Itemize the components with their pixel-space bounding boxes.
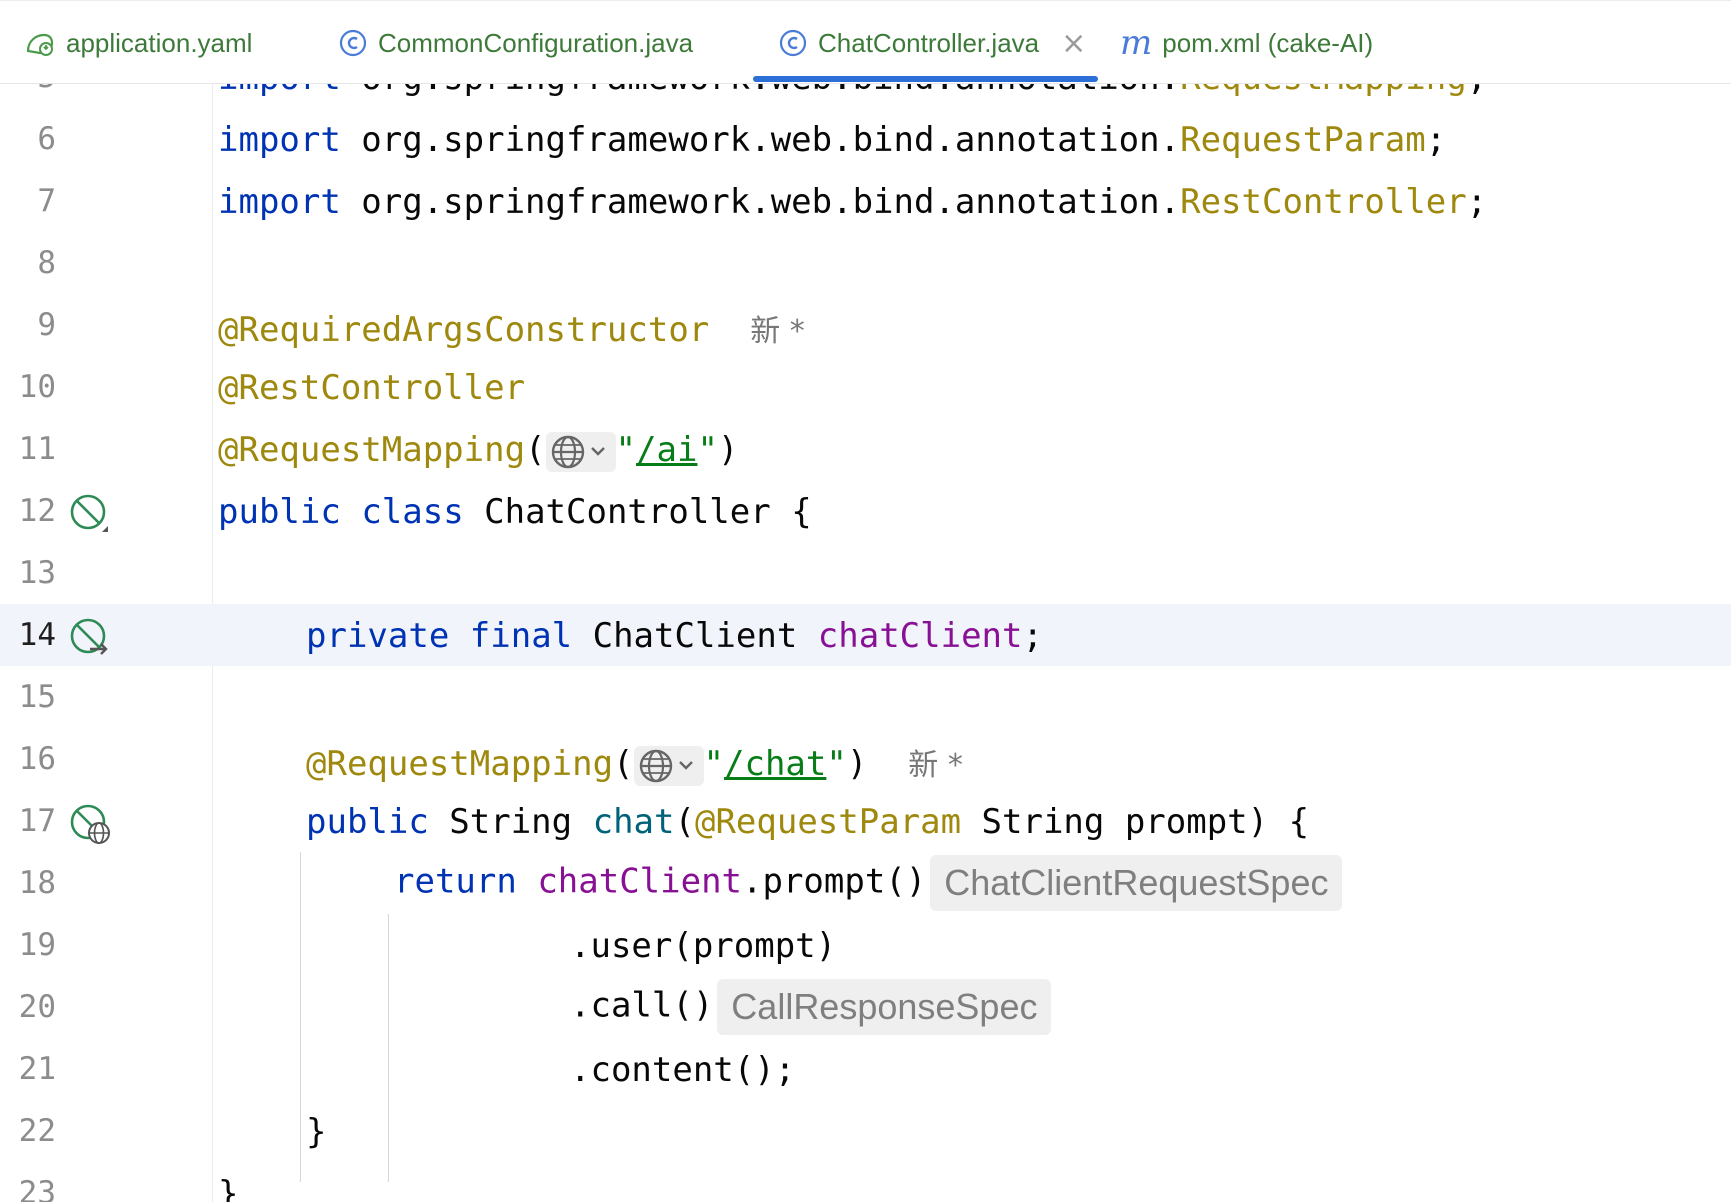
endpoint-path-link[interactable]: /chat bbox=[724, 744, 826, 784]
endpoint-path-link[interactable]: /ai bbox=[636, 430, 697, 470]
code-text: @RequiredArgsConstructor 新 * bbox=[218, 310, 805, 350]
code-line: 17 public String chat(@RequestParam Stri… bbox=[0, 790, 1731, 852]
tab-label: CommonConfiguration.java bbox=[378, 27, 694, 58]
tab-chat-controller[interactable]: ChatController.java × bbox=[778, 1, 1086, 85]
line-number: 23 bbox=[18, 1175, 56, 1202]
code-text: private final ChatClient chatClient; bbox=[306, 616, 1043, 656]
bean-class-gutter-icon[interactable] bbox=[68, 492, 112, 536]
code-line: 21 .content(); bbox=[0, 1038, 1731, 1100]
line-number: 7 bbox=[37, 183, 56, 219]
author-hint[interactable]: 新 * bbox=[750, 314, 805, 349]
code-text: .call() CallResponseSpec bbox=[570, 979, 1052, 1035]
code-line: 18 return chatClient.prompt() ChatClientR… bbox=[0, 852, 1731, 914]
code-text: public String chat(@RequestParam String … bbox=[306, 802, 1310, 842]
code-editor[interactable]: 5 import org.springframework.web.bind.an… bbox=[0, 84, 1731, 1202]
line-number: 12 bbox=[18, 493, 56, 529]
code-text: return chatClient.prompt() ChatClientRequ… bbox=[394, 855, 1343, 911]
line-number: 17 bbox=[18, 803, 56, 839]
code-line: 11 @RequestMapping("/ai") bbox=[0, 418, 1731, 480]
current-code-line: 14 private final ChatClient chatClient; bbox=[0, 604, 1731, 666]
code-line: 7 import org.springframework.web.bind.an… bbox=[0, 170, 1731, 232]
code-text: public class ChatController { bbox=[218, 492, 812, 532]
maven-icon: m bbox=[1120, 23, 1153, 63]
line-number: 11 bbox=[18, 431, 56, 467]
tab-pom-xml[interactable]: m pom.xml (cake-AI) bbox=[1120, 1, 1373, 85]
tab-application-yaml[interactable]: application.yaml bbox=[24, 1, 252, 85]
code-text: @RequestMapping("/chat") 新 * bbox=[306, 744, 963, 786]
line-number: 18 bbox=[18, 865, 56, 901]
code-text: import org.springframework.web.bind.anno… bbox=[218, 120, 1447, 160]
indent-guide bbox=[300, 852, 301, 1182]
type-inlay-hint: CallResponseSpec bbox=[717, 979, 1052, 1035]
code-line: 10 @RestController bbox=[0, 356, 1731, 418]
endpoint-globe-icon[interactable] bbox=[633, 745, 704, 786]
yaml-config-icon bbox=[24, 27, 56, 59]
line-number: 5 bbox=[0, 84, 56, 95]
line-number: 20 bbox=[18, 989, 56, 1025]
code-text: import org.springframework.web.bind.anno… bbox=[218, 84, 1487, 98]
line-number: 21 bbox=[18, 1051, 56, 1087]
code-text: @RequestMapping("/ai") bbox=[218, 430, 739, 472]
line-number: 22 bbox=[18, 1113, 56, 1149]
code-line: 15 bbox=[0, 666, 1731, 728]
class-icon bbox=[778, 28, 808, 58]
code-text: .user(prompt) bbox=[570, 926, 837, 966]
class-icon bbox=[338, 28, 368, 58]
code-line: 12 public class ChatController { bbox=[0, 480, 1731, 542]
line-number: 6 bbox=[37, 121, 56, 157]
code-line: 23 } bbox=[0, 1162, 1731, 1202]
editor-tab-bar: application.yaml CommonConfiguration.jav… bbox=[0, 0, 1731, 84]
code-line: 13 bbox=[0, 542, 1731, 604]
close-icon[interactable]: × bbox=[1061, 26, 1086, 61]
code-line: 5 import org.springframework.web.bind.an… bbox=[0, 84, 1731, 108]
line-number: 15 bbox=[18, 679, 56, 715]
author-hint[interactable]: 新 * bbox=[908, 748, 963, 783]
code-text: .content(); bbox=[570, 1050, 796, 1090]
code-line: 22 } bbox=[0, 1100, 1731, 1162]
tab-common-configuration[interactable]: CommonConfiguration.java bbox=[338, 1, 693, 85]
code-line: 9 @RequiredArgsConstructor 新 * bbox=[0, 294, 1731, 356]
line-number: 19 bbox=[18, 927, 56, 963]
line-number: 8 bbox=[37, 245, 56, 281]
code-text: } bbox=[218, 1174, 239, 1202]
code-line: 20 .call() CallResponseSpec bbox=[0, 976, 1731, 1038]
tab-label: pom.xml (cake-AI) bbox=[1162, 27, 1374, 58]
line-number: 10 bbox=[18, 369, 56, 405]
code-line: 19 .user(prompt) bbox=[0, 914, 1731, 976]
type-inlay-hint: ChatClientRequestSpec bbox=[930, 855, 1343, 911]
line-number: 9 bbox=[37, 307, 56, 343]
line-number: 14 bbox=[18, 617, 56, 653]
code-text: import org.springframework.web.bind.anno… bbox=[218, 182, 1488, 222]
active-tab-indicator bbox=[753, 76, 1098, 82]
endpoint-globe-icon[interactable] bbox=[545, 431, 616, 472]
endpoint-gutter-icon[interactable] bbox=[68, 802, 112, 846]
code-line: 6 import org.springframework.web.bind.an… bbox=[0, 108, 1731, 170]
code-line: 8 bbox=[0, 232, 1731, 294]
code-line: 16 @RequestMapping("/chat") 新 * bbox=[0, 728, 1731, 790]
bean-injection-gutter-icon[interactable] bbox=[68, 616, 112, 660]
code-text: @RestController bbox=[218, 368, 526, 408]
indent-guide bbox=[388, 914, 389, 1182]
tab-label: ChatController.java bbox=[818, 27, 1040, 58]
code-text: } bbox=[306, 1112, 327, 1152]
line-number: 13 bbox=[18, 555, 56, 591]
line-number: 16 bbox=[18, 741, 56, 777]
tab-label: application.yaml bbox=[66, 27, 253, 58]
